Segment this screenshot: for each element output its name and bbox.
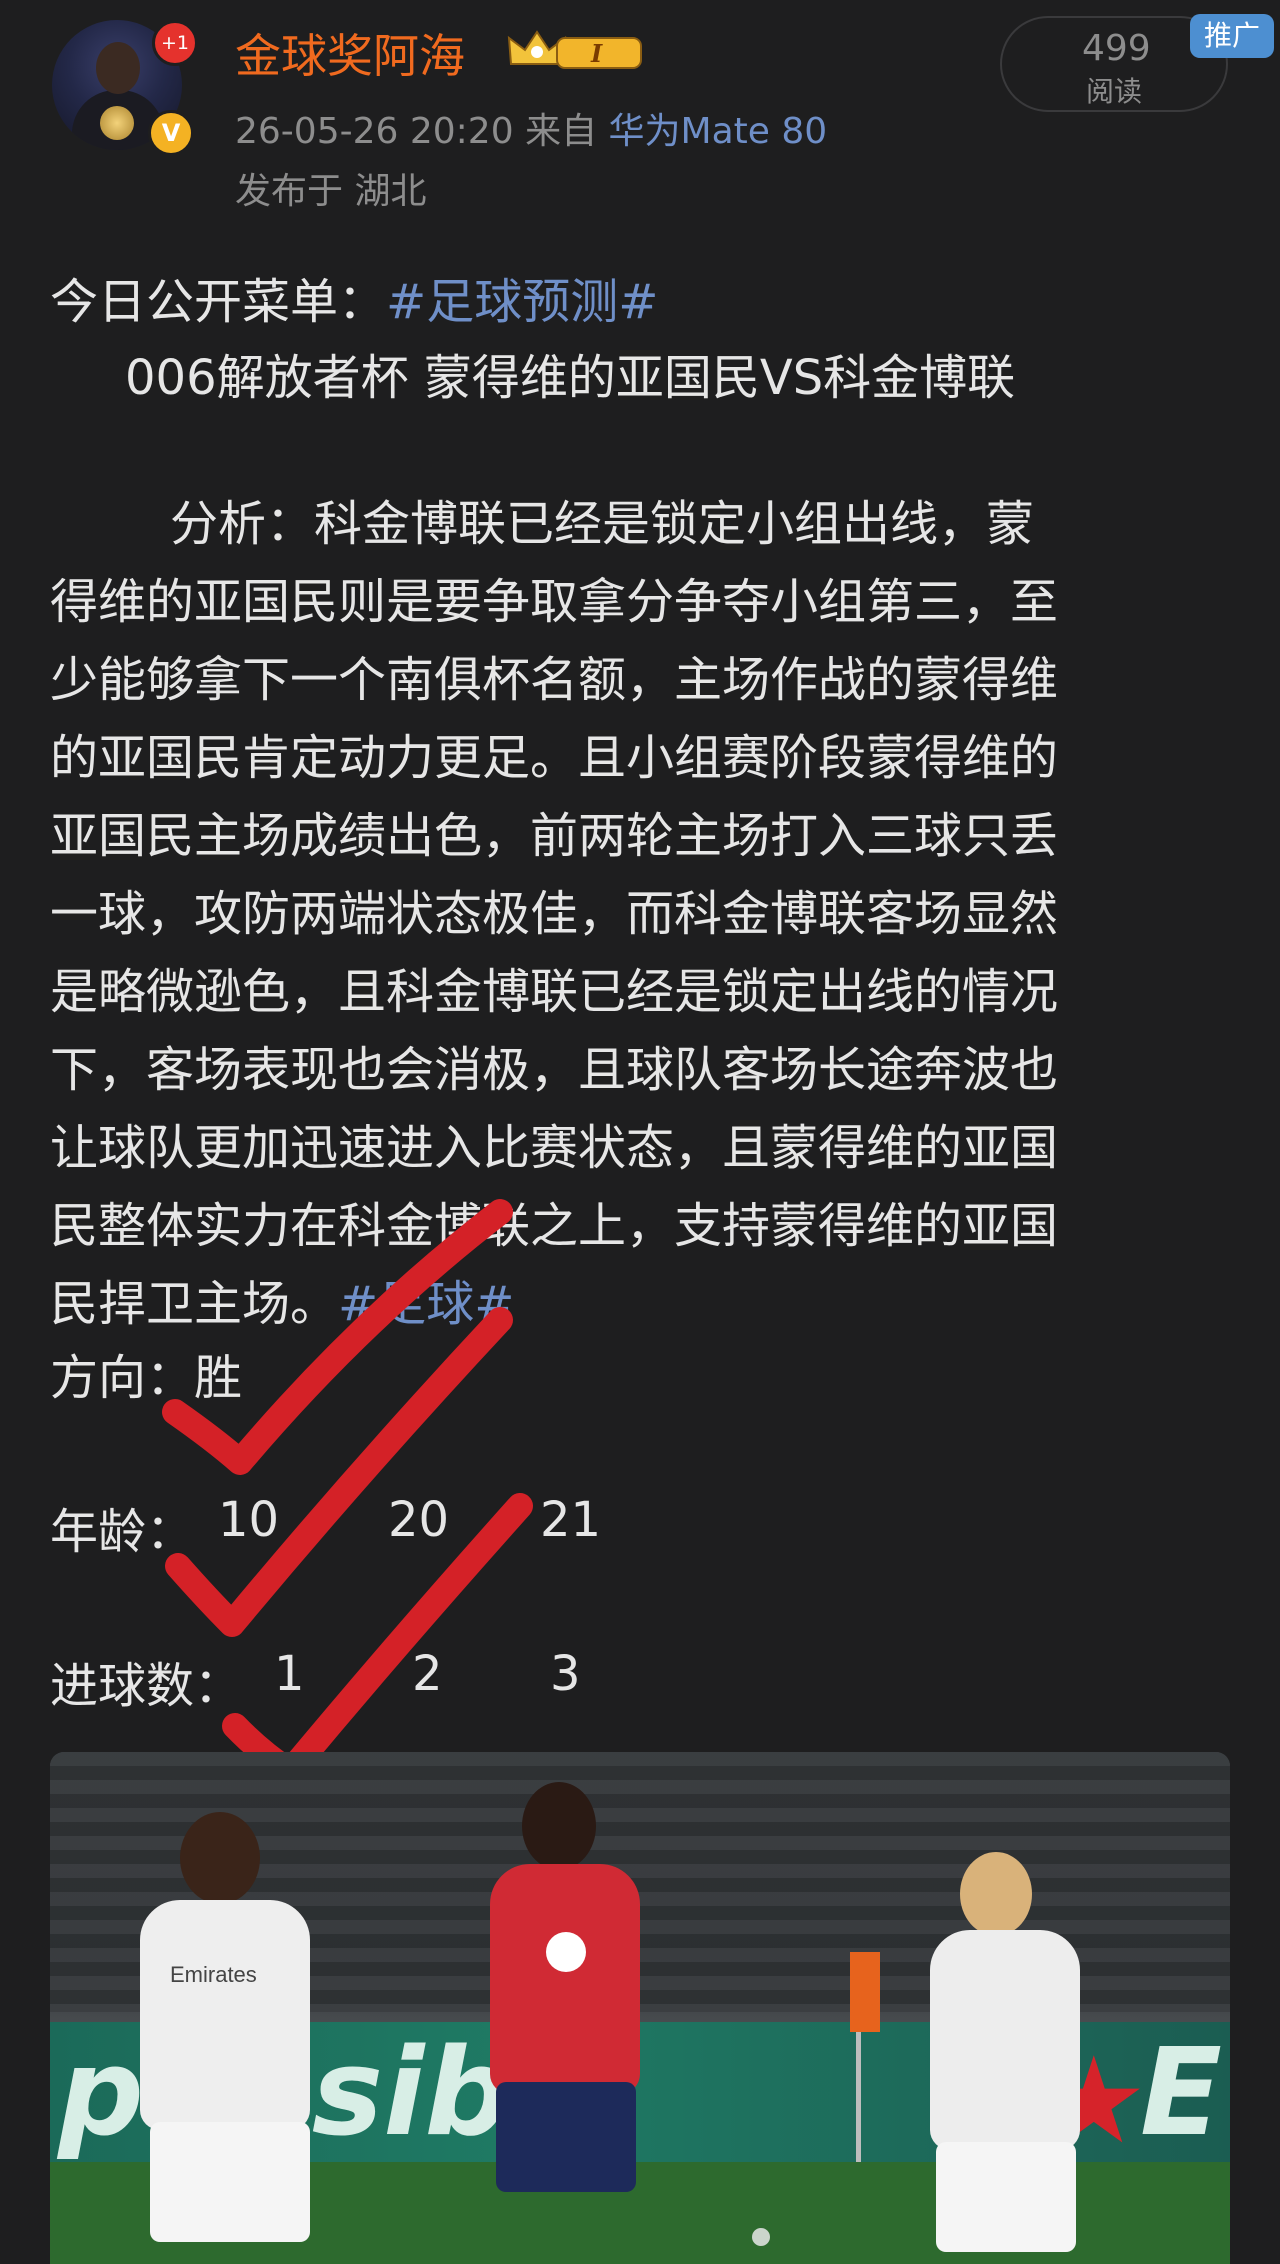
post-image[interactable]: ponsibly ★ E Emirates <box>50 1752 1230 2264</box>
checkmark-icon <box>162 1199 513 1475</box>
player-left: Emirates <box>110 1812 370 2264</box>
checkmark-icon <box>222 1493 533 1785</box>
ad-board-text-right: E <box>1140 2024 1222 2163</box>
player-right <box>870 1852 1130 2262</box>
club-crest-icon <box>546 1932 586 1972</box>
player-center <box>430 1782 690 2262</box>
jersey-sponsor-text: Emirates <box>170 1962 257 1987</box>
image-indicator-dot <box>752 2228 770 2246</box>
